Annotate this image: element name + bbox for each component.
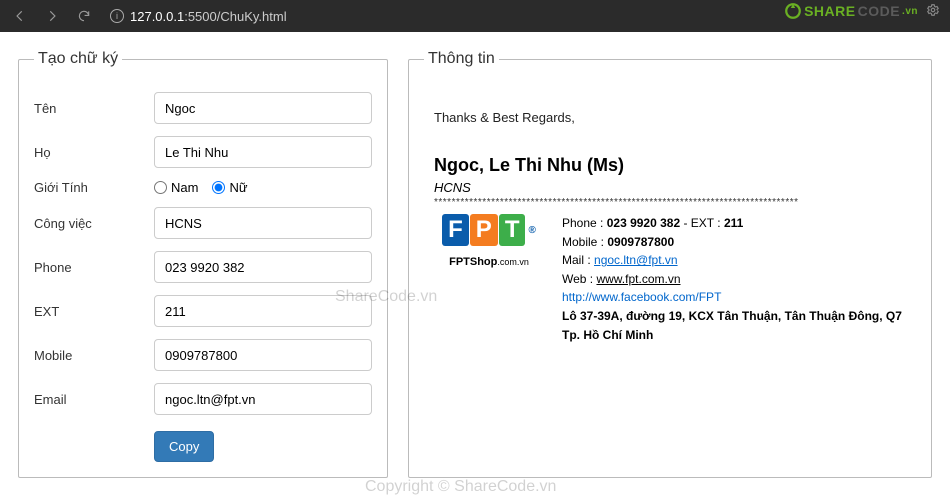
sig-mobile-value: 0909787800 (607, 235, 674, 249)
info-icon[interactable]: i (110, 9, 124, 23)
sig-facebook-link[interactable]: http://www.facebook.com/FPT (562, 290, 721, 304)
sig-job: HCNS (434, 180, 906, 195)
fptshop-label: FPTShop.com.vn (434, 256, 544, 268)
brand-text-b: CODE (858, 3, 900, 19)
url-host: 127.0.0.1 (130, 9, 184, 24)
sig-mail-label: Mail : (562, 253, 591, 267)
email-input[interactable] (154, 383, 372, 415)
label-mobile: Mobile (34, 348, 154, 363)
brand-tld: .vn (902, 6, 918, 17)
sig-ext-label: - EXT : (683, 216, 720, 230)
settings-icon[interactable] (926, 3, 940, 20)
label-firstname: Tên (34, 101, 154, 116)
sig-address-2: Tp. Hồ Chí Minh (562, 328, 653, 342)
sig-address-1: Lô 37-39A, đường 19, KCX Tân Thuận, Tân … (562, 309, 902, 323)
radio-male[interactable] (154, 181, 167, 194)
sig-web-label: Web : (562, 272, 593, 286)
create-signature-panel: Tạo chữ ký Tên Họ Giới Tính Nam Nữ (18, 50, 388, 478)
sig-details: Phone : 023 9920 382 - EXT : 211 Mobile … (562, 214, 902, 344)
radio-female-text: Nữ (229, 180, 247, 195)
label-job: Công việc (34, 216, 154, 231)
forward-icon[interactable] (40, 4, 64, 28)
label-gender: Giới Tính (34, 180, 154, 195)
url-path: :5500/ChuKy.html (184, 9, 286, 24)
sig-phone-label: Phone : (562, 216, 603, 230)
radio-male-text: Nam (171, 180, 198, 195)
fpt-logo: FPT® (442, 214, 536, 246)
url-bar[interactable]: 127.0.0.1:5500/ChuKy.html (130, 9, 287, 24)
radio-female[interactable] (212, 181, 225, 194)
label-phone: Phone (34, 260, 154, 275)
radio-male-label[interactable]: Nam (154, 180, 198, 195)
form-legend: Tạo chữ ký (34, 50, 122, 68)
sig-regards: Thanks & Best Regards, (434, 110, 906, 125)
refresh-icon[interactable] (72, 4, 96, 28)
sig-phone-value: 023 9920 382 (607, 216, 680, 230)
sig-ext-value: 211 (724, 216, 743, 230)
label-lastname: Họ (34, 145, 154, 160)
sharecode-icon (784, 2, 802, 20)
lastname-input[interactable] (154, 136, 372, 168)
phone-input[interactable] (154, 251, 372, 283)
radio-female-label[interactable]: Nữ (212, 180, 247, 195)
sig-fullname: Ngoc, Le Thi Nhu (Ms) (434, 155, 906, 176)
info-panel: Thông tin Thanks & Best Regards, Ngoc, L… (408, 50, 932, 478)
label-email: Email (34, 392, 154, 407)
sig-separator: ****************************************… (434, 197, 906, 208)
firstname-input[interactable] (154, 92, 372, 124)
sharecode-logo: SHARECODE.vn (784, 2, 940, 20)
label-ext: EXT (34, 304, 154, 319)
sig-web-link[interactable]: www.fpt.com.vn (596, 272, 680, 286)
copy-button[interactable]: Copy (154, 431, 214, 462)
sig-logo-column: FPT® FPTShop.com.vn (434, 214, 544, 344)
mobile-input[interactable] (154, 339, 372, 371)
job-input[interactable] (154, 207, 372, 239)
info-legend: Thông tin (424, 50, 499, 68)
back-icon[interactable] (8, 4, 32, 28)
brand-text-a: SHARE (804, 3, 856, 19)
sig-mail-link[interactable]: ngoc.ltn@fpt.vn (594, 253, 678, 267)
sig-mobile-label: Mobile : (562, 235, 604, 249)
ext-input[interactable] (154, 295, 372, 327)
